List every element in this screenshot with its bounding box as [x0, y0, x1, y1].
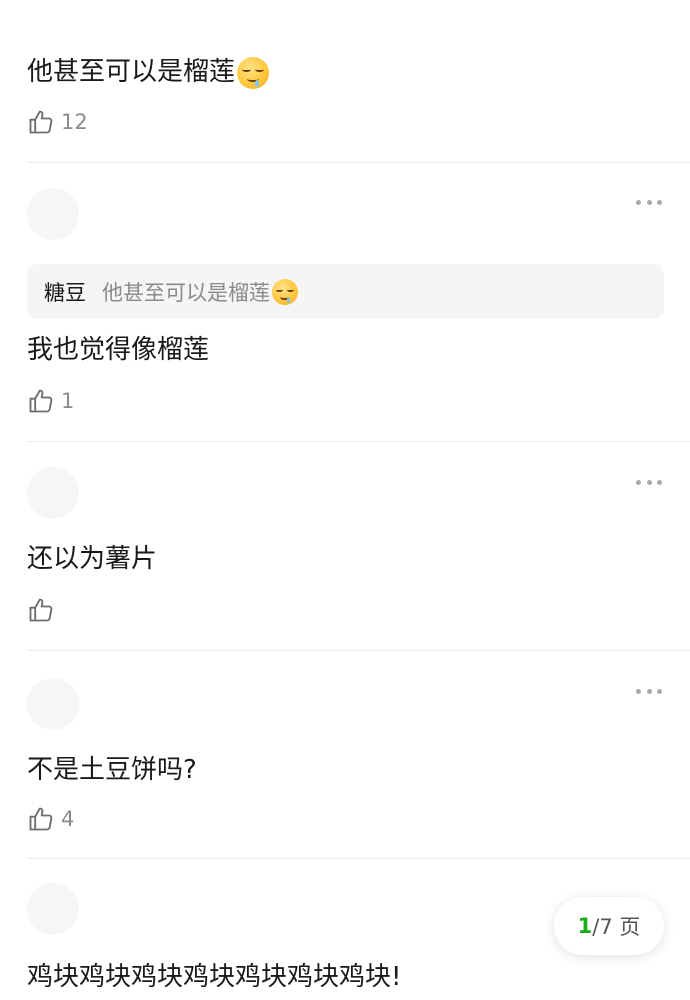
drooling-face-icon: [272, 278, 298, 305]
dot-icon: [657, 688, 662, 694]
avatar[interactable]: [27, 188, 79, 240]
comment-text: 鸡块鸡块鸡块鸡块鸡块鸡块鸡块!: [27, 962, 402, 992]
like-button[interactable]: 12: [27, 107, 88, 137]
drooling-face-icon: [237, 56, 270, 89]
like-button[interactable]: 4: [27, 804, 74, 834]
comment-item: 还以为薯片: [0, 442, 690, 650]
dot-icon: [636, 479, 641, 485]
quoted-text: 他甚至可以是榴莲: [102, 280, 270, 305]
thumbs-up-icon: [29, 389, 53, 413]
avatar[interactable]: [27, 883, 79, 935]
avatar[interactable]: [27, 467, 79, 519]
comment-text: 他甚至可以是榴莲: [27, 54, 270, 90]
thumbs-up-icon: [29, 807, 53, 831]
comment-item: 他甚至可以是榴莲 12: [0, 0, 690, 162]
dot-icon: [657, 199, 662, 205]
avatar[interactable]: [27, 678, 79, 730]
more-options-button[interactable]: [636, 687, 662, 695]
dot-icon: [646, 199, 652, 205]
page-indicator[interactable]: 1/7 页: [554, 897, 664, 955]
thumbs-up-icon: [29, 598, 53, 622]
comment-text: 不是土豆饼吗?: [27, 755, 197, 785]
comment-text-content: 他甚至可以是榴莲: [27, 57, 236, 87]
like-count: 12: [61, 110, 88, 134]
comment-text: 还以为薯片: [27, 544, 158, 574]
comment-item: 不是土豆饼吗? 4: [0, 651, 690, 858]
total-pages: /7 页: [592, 915, 641, 939]
more-options-button[interactable]: [636, 198, 662, 206]
quoted-author: 糖豆: [44, 280, 86, 305]
dot-icon: [636, 199, 641, 205]
dot-icon: [657, 479, 662, 485]
like-button[interactable]: 1: [27, 386, 74, 416]
thumbs-up-icon: [29, 110, 53, 134]
like-button[interactable]: [27, 595, 61, 625]
dot-icon: [646, 479, 652, 485]
dot-icon: [646, 688, 652, 694]
dot-icon: [636, 688, 641, 694]
comment-item: 糖豆 他甚至可以是榴莲 我也觉得像榴莲 1: [0, 163, 690, 441]
quoted-comment[interactable]: 糖豆 他甚至可以是榴莲: [27, 264, 664, 319]
like-count: 4: [61, 807, 75, 831]
comment-text: 我也觉得像榴莲: [27, 335, 210, 365]
like-count: 1: [61, 389, 75, 413]
more-options-button[interactable]: [636, 478, 662, 486]
current-page: 1: [577, 914, 593, 938]
